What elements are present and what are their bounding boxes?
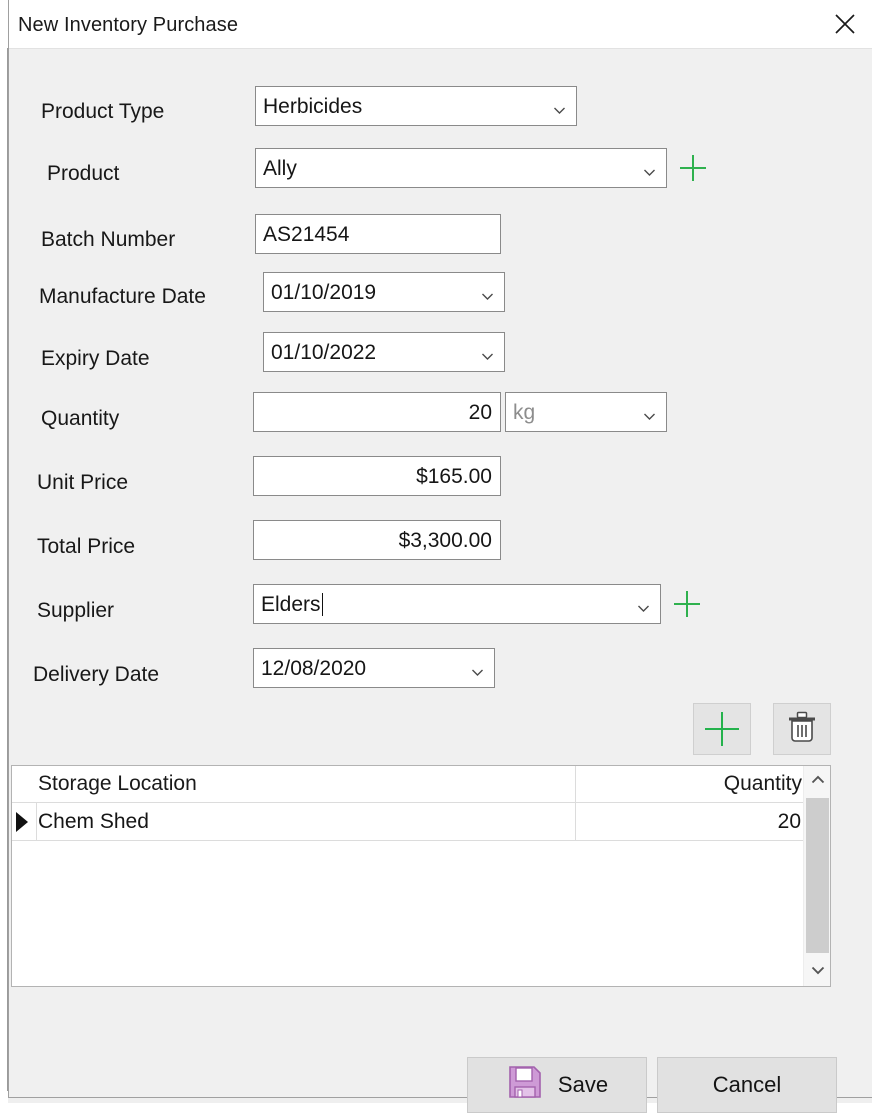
product-type-value: Herbicides [263,94,363,118]
supplier-combobox[interactable]: Elders [253,584,661,624]
grid-scrollbar[interactable] [803,766,830,986]
delete-storage-location-button[interactable] [773,703,831,755]
total-price-value: $3,300.00 [398,528,492,552]
grid-column-quantity[interactable]: Quantity [724,766,802,802]
save-button[interactable]: Save [467,1057,647,1113]
label-manufacture-date: Manufacture Date [39,285,206,308]
add-storage-location-button[interactable] [693,703,751,755]
batch-number-value: AS21454 [263,222,350,246]
grid-header-row: Storage Location Quantity [12,766,830,803]
label-product-type: Product Type [41,100,165,123]
chevron-down-icon [643,405,656,420]
expiry-date-picker[interactable]: 01/10/2022 [263,332,505,372]
expiry-date-value: 01/10/2022 [271,340,377,364]
grid-column-divider [575,803,576,841]
chevron-down-icon [637,597,650,612]
label-supplier: Supplier [37,599,115,622]
label-delivery-date: Delivery Date [33,663,160,686]
label-batch-number: Batch Number [41,228,176,251]
table-row[interactable]: Chem Shed 20 [12,803,830,841]
product-value: Ally [263,156,297,180]
quantity-unit-combobox[interactable]: kg [505,392,667,432]
scroll-up-button[interactable] [804,766,831,796]
new-inventory-purchase-dialog: New Inventory Purchase Product Type Herb… [8,0,872,1113]
scrollbar-thumb[interactable] [806,798,829,953]
manufacture-date-value: 01/10/2019 [271,280,377,304]
dialog-title: New Inventory Purchase [18,14,239,36]
scroll-down-button[interactable] [804,956,831,986]
label-expiry-date: Expiry Date [41,347,150,370]
dialog-titlebar: New Inventory Purchase [9,0,872,49]
cancel-button[interactable]: Cancel [657,1057,837,1113]
total-price-input[interactable]: $3,300.00 [253,520,501,560]
manufacture-date-picker[interactable]: 01/10/2019 [263,272,505,312]
close-icon [834,13,856,35]
batch-number-input[interactable]: AS21454 [255,214,501,254]
delivery-date-value: 12/08/2020 [261,656,367,680]
floppy-disk-icon [506,1063,544,1107]
quantity-input[interactable]: 20 [253,392,501,432]
unit-price-value: $165.00 [416,464,492,488]
row-selector-icon [16,812,28,832]
chevron-down-icon [643,161,656,176]
chevron-down-icon [481,285,494,300]
storage-locations-grid: Storage Location Quantity Chem Shed 20 [11,765,831,987]
chevron-down-icon [471,661,484,676]
label-product: Product [47,162,120,185]
cell-quantity[interactable]: 20 [778,803,801,840]
chevron-down-icon [481,345,494,360]
grid-column-divider [575,766,576,803]
chevron-up-icon [811,772,825,790]
label-total-price: Total Price [37,535,136,558]
chevron-down-icon [811,962,825,980]
text-caret [321,592,323,616]
add-supplier-button[interactable] [674,591,700,617]
plus-icon [705,712,739,746]
row-selector-divider [36,803,37,841]
save-label: Save [557,1072,609,1097]
close-button[interactable] [817,0,872,48]
chevron-down-icon [553,99,566,114]
trash-icon [786,710,818,749]
grid-column-storage-location[interactable]: Storage Location [38,766,197,802]
product-type-combobox[interactable]: Herbicides [255,86,577,126]
label-quantity: Quantity [41,407,120,430]
cell-storage-location[interactable]: Chem Shed [38,803,149,840]
supplier-value: Elders [261,592,321,616]
product-combobox[interactable]: Ally [255,148,667,188]
label-unit-price: Unit Price [37,471,129,494]
unit-price-input[interactable]: $165.00 [253,456,501,496]
add-product-button[interactable] [680,155,706,181]
cancel-label: Cancel [712,1072,782,1097]
quantity-unit-value: kg [513,400,536,424]
dialog-body: Product Type Herbicides Product Ally Bat… [9,49,872,1113]
delivery-date-picker[interactable]: 12/08/2020 [253,648,495,688]
quantity-value: 20 [468,400,492,424]
